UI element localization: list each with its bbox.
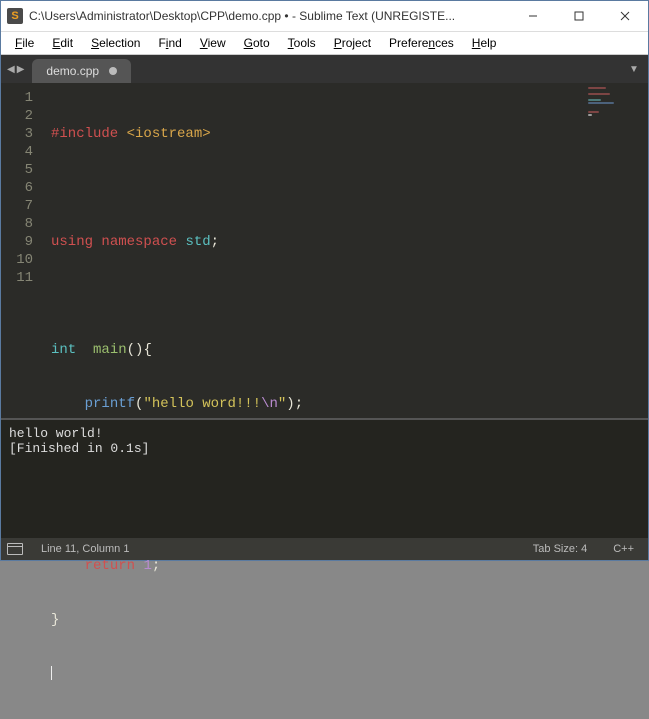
menu-goto[interactable]: Goto [236,34,278,52]
line-number: 2 [1,107,33,125]
line-number: 5 [1,161,33,179]
text-cursor [51,666,52,680]
maximize-button[interactable] [556,1,602,31]
tab-demo-cpp[interactable]: demo.cpp [32,59,131,83]
tab-dirty-indicator-icon [109,67,117,75]
line-number: 8 [1,215,33,233]
tab-history-nav[interactable]: ◀▶ [1,55,30,83]
menu-selection[interactable]: Selection [83,34,148,52]
menu-preferences[interactable]: Preferences [381,34,462,52]
app-icon: S [7,8,23,24]
line-number: 11 [1,269,33,287]
nav-forward-icon[interactable]: ▶ [17,64,25,75]
panel-switcher-icon[interactable] [7,543,23,555]
menu-find[interactable]: Find [150,34,189,52]
editor-area[interactable]: 1 2 3 4 5 6 7 8 9 10 11 #include <iostre… [1,83,648,418]
menu-file[interactable]: File [7,34,42,52]
line-number: 4 [1,143,33,161]
menu-edit[interactable]: Edit [44,34,81,52]
line-number: 10 [1,251,33,269]
tab-label: demo.cpp [46,64,99,78]
line-number: 3 [1,125,33,143]
code-content[interactable]: #include <iostream> using namespace std;… [43,83,648,418]
window-title: C:\Users\Administrator\Desktop\CPP\demo.… [29,9,510,23]
menu-tools[interactable]: Tools [280,34,324,52]
menu-view[interactable]: View [192,34,234,52]
tab-bar: ◀▶ demo.cpp ▼ [1,55,648,83]
line-number: 6 [1,179,33,197]
line-gutter: 1 2 3 4 5 6 7 8 9 10 11 [1,83,43,418]
nav-back-icon[interactable]: ◀ [7,64,15,75]
app-window: S C:\Users\Administrator\Desktop\CPP\dem… [0,0,649,561]
menu-help[interactable]: Help [464,34,505,52]
line-number: 7 [1,197,33,215]
minimize-button[interactable] [510,1,556,31]
line-number: 9 [1,233,33,251]
close-button[interactable] [602,1,648,31]
menu-project[interactable]: Project [326,34,379,52]
line-number: 1 [1,89,33,107]
tab-dropdown-icon[interactable]: ▼ [620,55,648,83]
title-bar[interactable]: S C:\Users\Administrator\Desktop\CPP\dem… [1,1,648,32]
menu-bar: File Edit Selection Find View Goto Tools… [1,32,648,55]
